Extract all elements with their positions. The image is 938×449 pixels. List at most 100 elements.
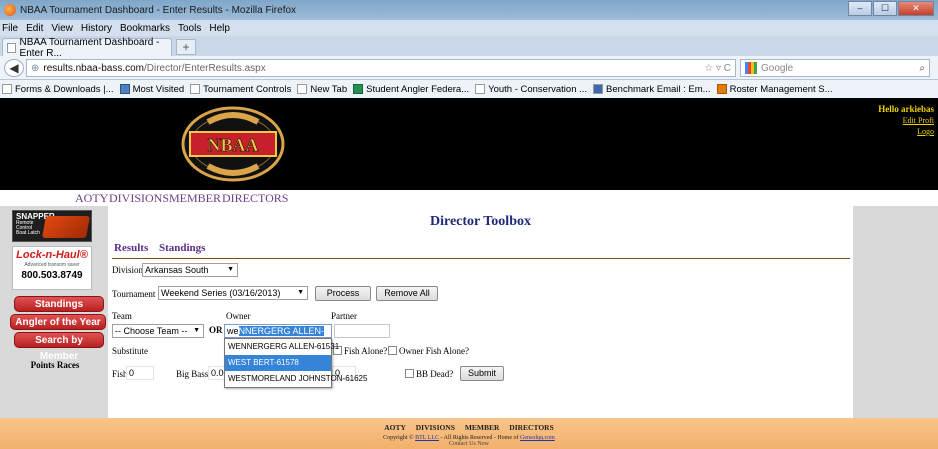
site-footer: AOTY DIVISIONS MEMBER DIRECTORS Copyrigh…	[0, 418, 938, 449]
team-select[interactable]: -- Choose Team -- ▼	[112, 324, 204, 338]
footer-aoty-link[interactable]: AOTY	[384, 423, 406, 432]
bookmark-item[interactable]: Forms & Downloads |...	[2, 84, 114, 95]
menu-history[interactable]: History	[81, 23, 112, 34]
team-label: Team	[112, 311, 132, 321]
remove-all-button[interactable]: Remove All	[376, 286, 438, 301]
angler-of-year-button[interactable]: Angler of the Year	[10, 314, 106, 330]
divider	[112, 258, 850, 259]
suggestion-item[interactable]: WENNERGERG ALLEN-61531	[225, 339, 339, 355]
snapper-ad[interactable]: SNAPPER Remote Control Boat Latch	[12, 210, 92, 242]
contact-link[interactable]: Contact Us Now	[0, 441, 938, 447]
tab-active[interactable]: NBAA Tournament Dashboard - Enter R...	[2, 37, 172, 59]
back-button[interactable]: ◀	[4, 59, 24, 77]
search-icon[interactable]: ⌕	[919, 63, 925, 74]
snapper-subtitle: Remote Control Boat Latch	[16, 220, 40, 236]
page-title: Director Toolbox	[430, 214, 531, 229]
copyright-prefix: Copyright ©	[383, 435, 414, 441]
search-input[interactable]: Google ⌕	[740, 59, 930, 77]
url-host: results.nbaa-bass.com	[43, 62, 144, 74]
submit-button[interactable]: Submit	[460, 366, 504, 381]
search-by-member-button[interactable]: Search by Member	[14, 332, 104, 362]
toolbox-links: Results Standings	[114, 242, 213, 254]
fish-alone-label: Fish Alone?	[344, 346, 388, 356]
page-icon	[716, 84, 727, 94]
site-header: NBAA Hello arkiebas Edit Profi Logo	[0, 98, 938, 190]
right-sidebar	[853, 206, 938, 418]
maximize-button[interactable]: ☐	[873, 1, 897, 16]
minimize-button[interactable]: –	[848, 1, 872, 16]
lock-n-haul-ad[interactable]: Lock-n-Haul® Advanced transom saver 800.…	[12, 246, 92, 290]
nbaa-logo[interactable]: NBAA	[178, 104, 288, 184]
page-icon	[2, 84, 12, 94]
bookmark-item[interactable]: Most Visited	[119, 84, 184, 95]
page-icon	[7, 42, 16, 53]
reload-icon[interactable]: ☆ ▿ C	[704, 63, 731, 74]
bookmark-item[interactable]: Tournament Controls	[190, 84, 291, 95]
tournament-value: Weekend Series (03/16/2013)	[161, 288, 281, 298]
tournament-select[interactable]: Weekend Series (03/16/2013) ▼	[158, 286, 308, 300]
nav-directors[interactable]: DIRECTORS	[222, 191, 288, 206]
bookmark-item[interactable]: Student Angler Federa...	[353, 84, 469, 95]
partner-input[interactable]	[334, 324, 390, 338]
firefox-icon	[4, 4, 16, 16]
bookmark-item[interactable]: Benchmark Email : Em...	[593, 84, 711, 95]
chevron-down-icon: ▼	[227, 266, 234, 273]
main-area: SNAPPER Remote Control Boat Latch Lock-n…	[0, 206, 938, 418]
nav-divisions[interactable]: DIVISIONS	[109, 191, 169, 206]
footer-divisions-link[interactable]: DIVISIONS	[416, 423, 455, 432]
bookmark-item[interactable]: New Tab	[297, 84, 347, 95]
bookmark-label: Tournament Controls	[203, 83, 292, 95]
menu-bar: File Edit View History Bookmarks Tools H…	[0, 20, 938, 36]
standings-button[interactable]: Standings	[14, 296, 104, 312]
logout-link[interactable]: Logo	[878, 126, 934, 137]
nav-aoty[interactable]: AOTY	[75, 191, 108, 206]
lock-subtitle: Advanced transom saver	[24, 262, 80, 268]
boat-latch-image	[42, 216, 90, 238]
home-link[interactable]: Gensolqq.com	[520, 435, 555, 441]
or-label: OR	[209, 325, 223, 335]
menu-help[interactable]: Help	[209, 23, 230, 34]
tournament-label: Tournament	[112, 289, 156, 299]
suggestion-item[interactable]: WESTMORELAND JOHNSTON-61625	[225, 371, 367, 387]
url-path: /Director/EnterResults.aspx	[144, 62, 266, 74]
window-title: NBAA Tournament Dashboard - Enter Result…	[20, 4, 297, 16]
nav-member[interactable]: MEMBER	[169, 191, 221, 206]
menu-file[interactable]: File	[2, 23, 18, 34]
results-link[interactable]: Results	[114, 242, 148, 254]
points-races-link[interactable]: Points Races	[12, 360, 98, 370]
hello-text: Hello arkiebas	[878, 104, 934, 114]
tab-bar: NBAA Tournament Dashboard - Enter R... +	[0, 36, 938, 59]
division-select[interactable]: Arkansas South ▼	[142, 263, 238, 277]
edit-profile-link[interactable]: Edit Profi	[878, 115, 934, 126]
owner-autocomplete-list: WENNERGERG ALLEN-61531 WEST BERT-61578 W…	[224, 338, 367, 388]
menu-bookmarks[interactable]: Bookmarks	[120, 23, 170, 34]
lock-title: Lock-n-Haul®	[16, 249, 88, 261]
url-bar[interactable]: ⊕ results.nbaa-bass.com /Director/EnterR…	[26, 59, 736, 77]
btl-link[interactable]: BTL LLC	[415, 435, 439, 441]
bookmark-item[interactable]: Roster Management S...	[716, 83, 833, 95]
standings-link[interactable]: Standings	[159, 242, 205, 254]
process-button[interactable]: Process	[315, 286, 371, 301]
big-bass-label: Big Bass	[176, 369, 209, 379]
owner-fish-alone-checkbox[interactable]	[388, 346, 397, 355]
chevron-down-icon: ▼	[193, 327, 200, 334]
new-tab-button[interactable]: +	[176, 39, 196, 55]
bb-dead-checkbox[interactable]	[405, 369, 414, 378]
menu-view[interactable]: View	[51, 23, 73, 34]
footer-directors-link[interactable]: DIRECTORS	[509, 423, 553, 432]
owner-input[interactable]: weNNERGERG ALLEN-61531	[224, 324, 332, 348]
page-icon	[297, 84, 308, 94]
folder-icon	[119, 84, 130, 94]
bookmark-label: Youth - Conservation ...	[488, 83, 588, 95]
footer-member-link[interactable]: MEMBER	[465, 423, 500, 432]
bookmark-item[interactable]: Youth - Conservation ...	[475, 84, 587, 95]
menu-edit[interactable]: Edit	[26, 23, 43, 34]
fish-input[interactable]: 0	[126, 366, 154, 380]
user-greeting: Hello arkiebas Edit Profi Logo	[878, 104, 934, 137]
chevron-down-icon: ▼	[297, 289, 304, 296]
bookmark-label: Roster Management S...	[729, 83, 833, 95]
menu-tools[interactable]: Tools	[178, 23, 201, 34]
owner-label: Owner	[226, 311, 251, 321]
suggestion-item-highlighted[interactable]: WEST BERT-61578	[225, 355, 331, 371]
close-button[interactable]: ✕	[898, 1, 934, 16]
